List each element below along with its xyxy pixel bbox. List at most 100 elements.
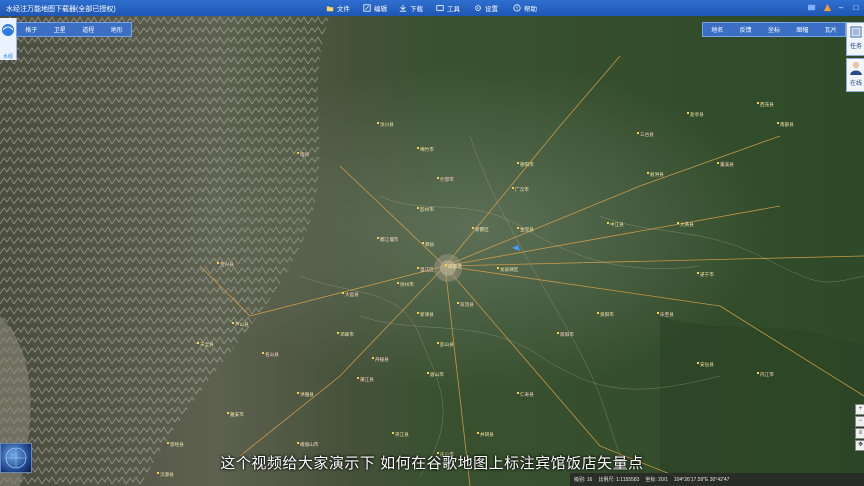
city-label: 绵竹市 xyxy=(420,146,434,153)
pan-button[interactable]: ✥ xyxy=(855,440,864,451)
city-label: 安岳县 xyxy=(700,361,714,368)
online-support-panel[interactable]: 在线 xyxy=(846,58,864,92)
map-tools-toolbar: 地名 反馈 坐标 图幅 瓦片 xyxy=(702,22,846,37)
city-marker xyxy=(427,372,429,374)
city-marker xyxy=(297,442,299,444)
city-label: 龙泉驿区 xyxy=(500,266,519,273)
zoom-out-button[interactable]: − xyxy=(855,416,864,427)
city-label: 什邡市 xyxy=(440,176,454,183)
place-name-button[interactable]: 地名 xyxy=(711,25,723,34)
app-logo: 水经 xyxy=(0,18,17,60)
menu-edit[interactable]: 编辑 xyxy=(363,2,387,14)
city-label: 都江堰市 xyxy=(380,236,399,243)
city-label: 郫县 xyxy=(425,241,435,248)
satellite-map: 理县汶川县崇州市都江堰市彭州市郫县温江区新都区成都市大邑县邛崃市新津县双流县龙泉… xyxy=(0,16,864,486)
city-label: 眉山市 xyxy=(430,371,444,378)
help-icon: ? xyxy=(513,4,521,12)
edit-icon xyxy=(363,4,371,12)
city-label: 仁寿县 xyxy=(520,391,534,398)
city-marker xyxy=(717,162,719,164)
city-marker xyxy=(227,412,229,414)
city-label: 宝兴县 xyxy=(220,261,234,268)
layer-road-button[interactable]: 道程 xyxy=(82,25,94,34)
city-marker xyxy=(417,207,419,209)
city-marker xyxy=(397,282,399,284)
city-marker xyxy=(777,122,779,124)
title-bar: 水经注万能地图下载器(全部已授权) 文件 编辑 下载 工具 设置 ? 帮助 – … xyxy=(0,0,864,16)
city-marker xyxy=(677,222,679,224)
notification-icon[interactable] xyxy=(806,3,816,13)
city-label: 新都区 xyxy=(475,226,489,233)
city-marker xyxy=(472,227,474,229)
city-label: 内江市 xyxy=(760,371,774,378)
zoom-level: 级别: 16 xyxy=(574,477,593,483)
download-icon xyxy=(399,4,407,12)
layer-terrain-button[interactable]: 地形 xyxy=(111,25,123,34)
cursor-coordinates: 104°26'17.59"E 30°42'47 xyxy=(673,476,730,483)
svg-text:?: ? xyxy=(516,6,519,12)
city-marker xyxy=(357,377,359,379)
city-label: 成都市 xyxy=(448,263,462,270)
menu-tools[interactable]: 工具 xyxy=(436,2,460,14)
city-label: 西充县 xyxy=(760,101,774,108)
city-marker xyxy=(417,267,419,269)
city-label: 邛崃市 xyxy=(340,331,354,338)
map-scale: 比例尺: 1:1155583 xyxy=(598,477,640,483)
city-marker xyxy=(607,222,609,224)
coordinate-button[interactable]: 坐标 xyxy=(768,25,780,34)
menu-file[interactable]: 文件 xyxy=(326,2,350,14)
city-label: 新津县 xyxy=(420,311,434,318)
city-label: 彭山县 xyxy=(440,341,454,348)
city-marker xyxy=(377,122,379,124)
city-marker xyxy=(457,302,459,304)
city-marker xyxy=(262,352,264,354)
tile-button[interactable]: 瓦片 xyxy=(825,25,837,34)
menu-help[interactable]: ? 帮助 xyxy=(513,2,537,14)
city-marker xyxy=(647,172,649,174)
city-label: 荥经县 xyxy=(170,441,184,448)
layer-satellite-button[interactable]: 卫星 xyxy=(54,25,66,34)
video-subtitle: 这个视频给大家演示下 如何在谷歌地图上标注宾馆饭店矢量点 xyxy=(220,455,644,472)
city-marker xyxy=(232,322,234,324)
city-marker xyxy=(757,102,759,104)
city-label: 雅安市 xyxy=(230,411,244,418)
online-label: 在线 xyxy=(849,81,862,87)
map-view[interactable]: 理县 汶川县 崇州市 都江堰市 彭州市 郫县 温江区 新都区 成都市 大邑县 邛崃市 新津县 双流县 龙泉… xyxy=(0,16,864,486)
logo-icon xyxy=(2,24,14,36)
city-label: 温江区 xyxy=(420,266,434,273)
city-label: 蒲江县 xyxy=(360,376,374,383)
city-marker xyxy=(497,267,499,269)
map-sheet-button[interactable]: 图幅 xyxy=(796,25,808,34)
city-marker xyxy=(422,242,424,244)
city-marker xyxy=(337,332,339,334)
maximize-button[interactable]: □ xyxy=(851,3,861,13)
city-marker xyxy=(517,392,519,394)
minimize-button[interactable]: – xyxy=(836,3,846,13)
city-label: 芦山县 xyxy=(235,321,249,328)
layer-switch-button[interactable]: ≡ xyxy=(855,428,864,439)
city-label: 遂宁市 xyxy=(700,271,714,278)
city-marker xyxy=(297,392,299,394)
task-panel[interactable]: 任务 xyxy=(846,22,864,56)
tools-icon xyxy=(436,5,444,11)
city-label: 金堂县 xyxy=(520,226,534,233)
city-label: 洪雅县 xyxy=(300,391,314,398)
city-marker xyxy=(437,177,439,179)
city-label: 蓬溪县 xyxy=(720,161,734,168)
city-marker xyxy=(417,312,419,314)
feedback-button[interactable]: 反馈 xyxy=(740,25,752,34)
city-label: 汶川县 xyxy=(380,121,394,128)
city-marker xyxy=(372,357,374,359)
zoom-in-button[interactable]: + xyxy=(855,404,864,415)
city-label: 乐至县 xyxy=(660,311,674,318)
city-marker xyxy=(697,272,699,274)
menu-download[interactable]: 下载 xyxy=(399,2,423,14)
logo-text: 水经 xyxy=(2,54,13,60)
layer-grid-button[interactable]: 格子 xyxy=(25,25,37,34)
city-marker xyxy=(687,112,689,114)
city-label: 广汉市 xyxy=(515,186,529,193)
alert-icon[interactable] xyxy=(822,3,832,13)
menu-settings[interactable]: 设置 xyxy=(474,2,498,14)
city-label: 德阳市 xyxy=(520,161,534,168)
coordinate-mode: 坐标: 20/1 xyxy=(645,477,668,483)
